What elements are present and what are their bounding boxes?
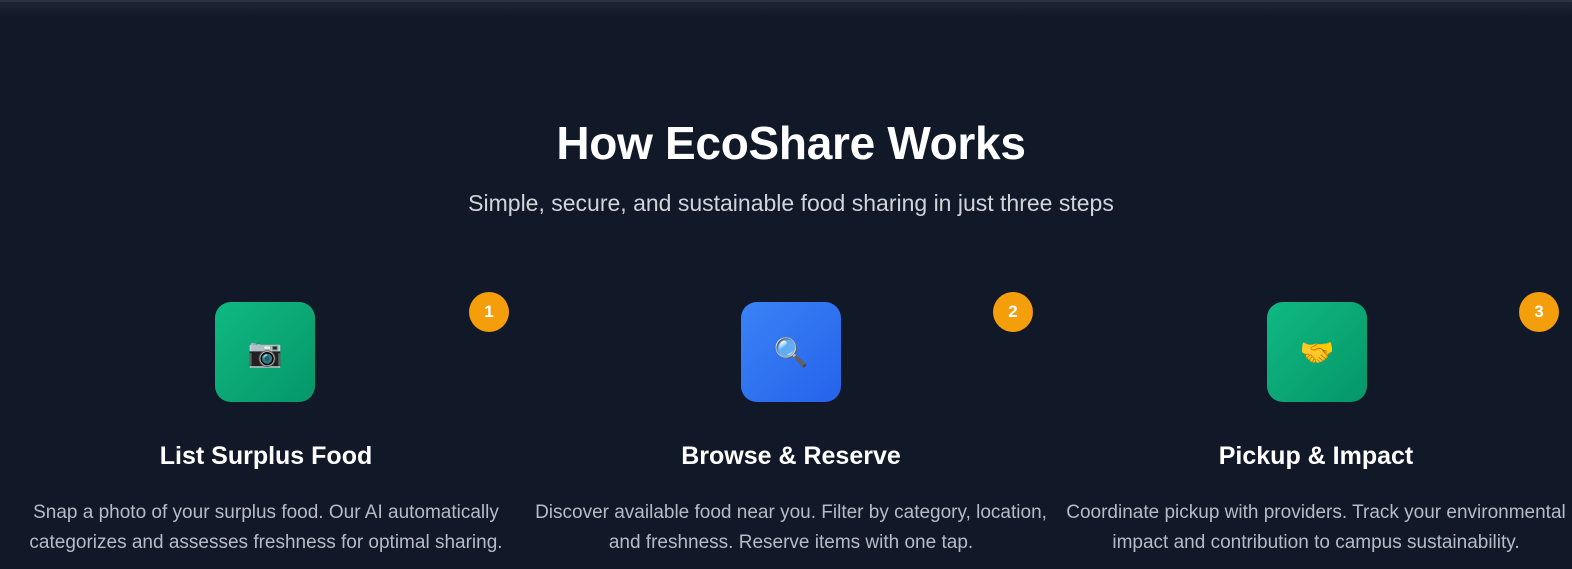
step-card-browse-reserve: 🔍 2 Browse & Reserve Discover available …	[531, 0, 1051, 569]
step-number-badge: 2	[993, 292, 1033, 332]
step-card-list-food: 📷 1 List Surplus Food Snap a photo of yo…	[6, 0, 526, 569]
step-description: Snap a photo of your surplus food. Our A…	[29, 502, 503, 553]
step-number-badge: 1	[469, 292, 509, 332]
step-title: Browse & Reserve	[681, 442, 901, 470]
step-description: Discover available food near you. Filter…	[535, 502, 1047, 553]
step-card-pickup-impact: 🤝 3 Pickup & Impact Coordinate pickup wi…	[1056, 0, 1572, 569]
step-title: List Surplus Food	[159, 442, 373, 470]
magnifier-icon: 🔍	[741, 302, 841, 402]
how-it-works-section: How EcoShare Works Simple, secure, and s…	[0, 0, 1572, 569]
step-title: Pickup & Impact	[1218, 442, 1414, 470]
step-description: Coordinate pickup with providers. Track …	[1066, 502, 1566, 553]
handshake-icon: 🤝	[1267, 302, 1367, 402]
camera-icon: 📷	[215, 302, 315, 402]
step-number-badge: 3	[1519, 292, 1559, 332]
